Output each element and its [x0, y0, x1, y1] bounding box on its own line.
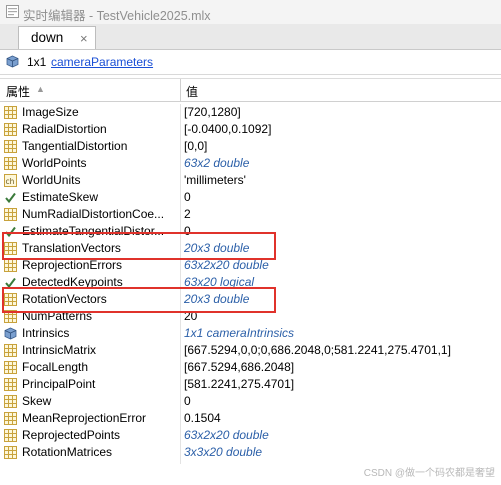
- property-name: EstimateSkew: [22, 190, 99, 204]
- property-name: TangentialDistortion: [22, 139, 128, 153]
- property-grid: 属性 ▲ 值 ImageSize [720,1280] RadialDistorti…: [0, 78, 501, 485]
- header-property[interactable]: 属性: [6, 83, 30, 100]
- property-row[interactable]: RadialDistortion [-0.0400,0.1092]: [0, 121, 501, 138]
- close-icon[interactable]: ×: [80, 31, 88, 46]
- table-icon: [4, 208, 17, 221]
- variable-info-bar: 1x1 cameraParameters: [0, 50, 501, 75]
- property-rows: ImageSize [720,1280] RadialDistortion [-0.0…: [0, 104, 501, 461]
- property-name: MeanReprojectionError: [22, 411, 147, 425]
- property-name: ReprojectionErrors: [22, 258, 123, 272]
- table-icon: [4, 429, 17, 442]
- property-value[interactable]: 0.1504: [184, 411, 221, 425]
- property-row[interactable]: Intrinsics 1x1 cameraIntrinsics: [0, 325, 501, 342]
- property-value[interactable]: [0,0]: [184, 139, 207, 153]
- table-icon: [4, 259, 17, 272]
- property-name: PrincipalPoint: [22, 377, 96, 391]
- property-value[interactable]: 63x2x20 double: [184, 258, 269, 272]
- header-value[interactable]: 值: [186, 83, 198, 100]
- property-row[interactable]: Skew 0: [0, 393, 501, 410]
- property-value[interactable]: [581.2241,275.4701]: [184, 377, 294, 391]
- property-value[interactable]: 0: [184, 190, 191, 204]
- svg-text:ch: ch: [6, 177, 15, 186]
- table-icon: [4, 157, 17, 170]
- table-icon: [4, 412, 17, 425]
- property-value[interactable]: 2: [184, 207, 191, 221]
- property-name: IntrinsicMatrix: [22, 343, 97, 357]
- property-row[interactable]: MeanReprojectionError 0.1504: [0, 410, 501, 427]
- table-icon: [4, 344, 17, 357]
- property-row[interactable]: WorldPoints 63x2 double: [0, 155, 501, 172]
- property-row[interactable]: FocalLength [667.5294,686.2048]: [0, 359, 501, 376]
- tab-down[interactable]: down ×: [18, 26, 96, 49]
- tab-label: down: [31, 30, 64, 45]
- property-value[interactable]: 63x2 double: [184, 156, 249, 170]
- property-value[interactable]: [-0.0400,0.1092]: [184, 122, 271, 136]
- property-value[interactable]: 0: [184, 394, 191, 408]
- object-icon: [6, 55, 19, 68]
- table-icon: [4, 123, 17, 136]
- char-icon: ch: [4, 174, 17, 187]
- watermark: CSDN @做一个码农都是奢望: [363, 468, 495, 479]
- table-icon: [4, 361, 17, 374]
- class-link[interactable]: cameraParameters: [51, 55, 153, 69]
- highlight-box-translation: [2, 232, 276, 260]
- title-bar: 实时编辑器 - TestVehicle2025.mlx: [0, 0, 501, 25]
- property-name: NumRadialDistortionCoe...: [22, 207, 165, 221]
- variable-size: 1x1: [27, 55, 47, 69]
- object-icon: [4, 327, 17, 340]
- table-icon: [4, 106, 17, 119]
- property-value[interactable]: [667.5294,0,0;0,686.2048,0;581.2241,275.…: [184, 343, 451, 357]
- property-row[interactable]: TangentialDistortion [0,0]: [0, 138, 501, 155]
- property-value[interactable]: 'millimeters': [184, 173, 246, 187]
- property-row[interactable]: PrincipalPoint [581.2241,275.4701]: [0, 376, 501, 393]
- property-name: RadialDistortion: [22, 122, 107, 136]
- tab-strip: down ×: [0, 24, 501, 50]
- property-value[interactable]: 63x2x20 double: [184, 428, 269, 442]
- property-name: ReprojectedPoints: [22, 428, 121, 442]
- table-icon: [4, 140, 17, 153]
- column-divider[interactable]: [180, 79, 181, 102]
- property-value[interactable]: [667.5294,686.2048]: [184, 360, 294, 374]
- table-icon: [4, 378, 17, 391]
- property-row[interactable]: RotationMatrices 3x3x20 double: [0, 444, 501, 461]
- checkbox-icon: [4, 191, 17, 204]
- live-editor-icon: [6, 5, 19, 18]
- grid-header: 属性 ▲ 值: [0, 78, 501, 102]
- table-icon: [4, 446, 17, 459]
- property-value[interactable]: [720,1280]: [184, 105, 241, 119]
- property-row[interactable]: NumRadialDistortionCoe... 2: [0, 206, 501, 223]
- property-row[interactable]: ImageSize [720,1280]: [0, 104, 501, 121]
- sort-ascending-icon[interactable]: ▲: [36, 84, 45, 94]
- property-value[interactable]: 1x1 cameraIntrinsics: [184, 326, 294, 340]
- highlight-box-rotation: [2, 287, 276, 313]
- property-name: FocalLength: [22, 360, 89, 374]
- property-name: WorldUnits: [22, 173, 81, 187]
- property-row[interactable]: ReprojectedPoints 63x2x20 double: [0, 427, 501, 444]
- window-title: 实时编辑器 - TestVehicle2025.mlx: [23, 9, 211, 23]
- property-name: Skew: [22, 394, 52, 408]
- table-icon: [4, 395, 17, 408]
- property-name: ImageSize: [22, 105, 79, 119]
- property-value[interactable]: 3x3x20 double: [184, 445, 262, 459]
- property-row[interactable]: ch WorldUnits 'millimeters': [0, 172, 501, 189]
- property-name: RotationMatrices: [22, 445, 113, 459]
- property-name: Intrinsics: [22, 326, 70, 340]
- property-row[interactable]: IntrinsicMatrix [667.5294,0,0;0,686.2048,…: [0, 342, 501, 359]
- property-name: WorldPoints: [22, 156, 87, 170]
- property-row[interactable]: EstimateSkew 0: [0, 189, 501, 206]
